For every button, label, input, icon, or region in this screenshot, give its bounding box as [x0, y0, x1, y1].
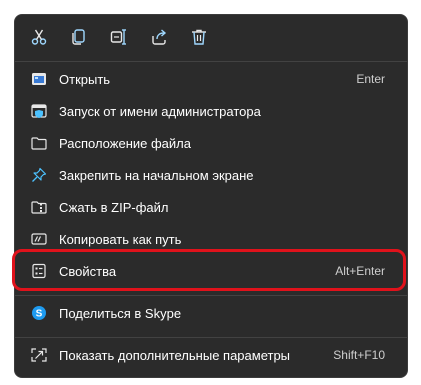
menu-item-share-skype[interactable]: S Поделиться в Skype — [19, 298, 403, 328]
menu-item-label: Сжать в ZIP-файл — [59, 199, 169, 215]
menu-item-label: Открыть — [59, 71, 111, 87]
menu-item-label: Показать дополнительные параметры — [59, 347, 291, 363]
rename-icon — [110, 29, 126, 45]
menu-item-properties[interactable]: Свойства Alt+Enter — [19, 256, 403, 286]
shield-window-icon — [30, 102, 48, 120]
folder-icon — [30, 134, 48, 152]
trash-icon — [192, 29, 206, 45]
share-button[interactable] — [145, 23, 173, 51]
menu-item-run-as-admin[interactable]: Запуск от имени администратора — [19, 96, 403, 126]
rename-button[interactable] — [105, 23, 133, 51]
path-icon — [30, 230, 48, 248]
more-options-icon — [30, 346, 48, 364]
menu-item-pin-to-start[interactable]: Закрепить на начальном экране — [19, 160, 403, 190]
menu-item-file-location[interactable]: Расположение файла — [19, 128, 403, 158]
copy-icon — [72, 29, 85, 45]
menu-item-open[interactable]: Открыть Enter — [19, 64, 403, 94]
menu-item-label: Копировать как путь — [59, 231, 182, 247]
menu-item-shortcut: Alt+Enter — [335, 264, 385, 278]
separator — [15, 337, 407, 338]
copy-button[interactable] — [65, 23, 93, 51]
menu-item-shortcut: Enter — [356, 72, 385, 86]
menu-item-show-more-options[interactable]: Показать дополнительные параметры Shift+… — [19, 340, 403, 370]
menu-item-label: Свойства — [59, 263, 117, 279]
menu-item-label: Запуск от имени администратора — [59, 103, 261, 119]
svg-text:S: S — [36, 309, 43, 320]
scissors-icon — [31, 29, 47, 45]
skype-icon: S — [30, 304, 48, 322]
menu-item-label: Закрепить на начальном экране — [59, 167, 254, 183]
zip-folder-icon — [30, 198, 48, 216]
cut-button[interactable] — [25, 23, 53, 51]
app-window-icon — [30, 70, 48, 88]
menu-item-compress-zip[interactable]: Сжать в ZIP-файл — [19, 192, 403, 222]
menu-item-shortcut: Shift+F10 — [333, 348, 385, 362]
context-menu: Открыть Enter Запуск от имени администра… — [14, 14, 408, 378]
pin-icon — [30, 166, 48, 184]
share-icon — [152, 29, 167, 45]
context-menu-toolbar — [15, 15, 407, 61]
delete-button[interactable] — [185, 23, 213, 51]
separator — [15, 61, 407, 62]
menu-item-label: Расположение файла — [59, 135, 191, 151]
menu-item-copy-as-path[interactable]: Копировать как путь — [19, 224, 403, 254]
properties-icon — [30, 262, 48, 280]
menu-item-label: Поделиться в Skype — [59, 305, 182, 321]
separator — [15, 295, 407, 296]
